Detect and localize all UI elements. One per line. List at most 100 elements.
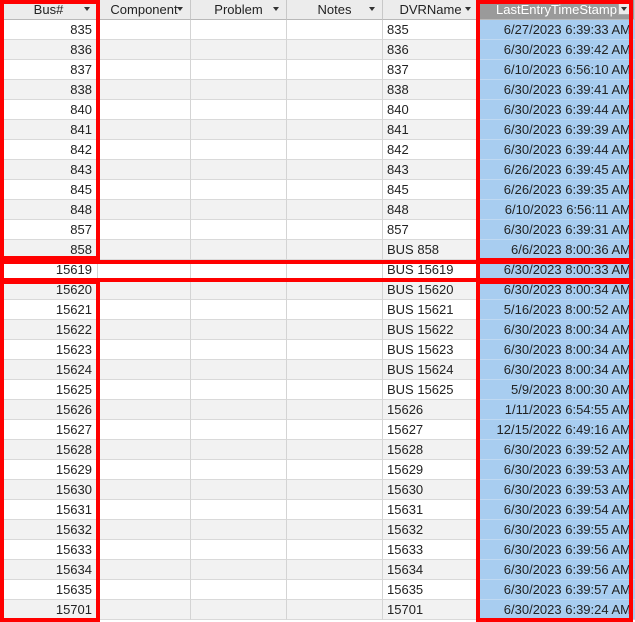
cell-problem[interactable] xyxy=(191,520,287,540)
cell-notes[interactable] xyxy=(287,360,383,380)
cell-bus[interactable]: 15619 xyxy=(0,260,98,280)
table-row[interactable]: 15623 BUS 15623 6/30/2023 8:00:34 AM xyxy=(0,340,635,360)
cell-problem[interactable] xyxy=(191,120,287,140)
cell-notes[interactable] xyxy=(287,180,383,200)
cell-notes[interactable] xyxy=(287,560,383,580)
cell-ts[interactable]: 6/30/2023 6:39:44 AM xyxy=(479,140,635,160)
cell-ts[interactable]: 6/26/2023 6:39:45 AM xyxy=(479,160,635,180)
table-row[interactable]: 835 835 6/27/2023 6:39:33 AM xyxy=(0,20,635,40)
cell-ts[interactable]: 6/30/2023 6:39:24 AM xyxy=(479,600,635,620)
cell-component[interactable] xyxy=(98,340,191,360)
cell-problem[interactable] xyxy=(191,580,287,600)
table-row[interactable]: 15620 BUS 15620 6/30/2023 8:00:34 AM xyxy=(0,280,635,300)
table-row[interactable]: 15628 15628 6/30/2023 6:39:52 AM xyxy=(0,440,635,460)
table-row[interactable]: 836 836 6/30/2023 6:39:42 AM xyxy=(0,40,635,60)
cell-notes[interactable] xyxy=(287,380,383,400)
chevron-down-icon[interactable] xyxy=(462,3,474,15)
table-row[interactable]: 15624 BUS 15624 6/30/2023 8:00:34 AM xyxy=(0,360,635,380)
table-row[interactable]: 15635 15635 6/30/2023 6:39:57 AM xyxy=(0,580,635,600)
cell-problem[interactable] xyxy=(191,240,287,260)
cell-component[interactable] xyxy=(98,500,191,520)
cell-ts[interactable]: 5/16/2023 8:00:52 AM xyxy=(479,300,635,320)
cell-component[interactable] xyxy=(98,260,191,280)
cell-dvr[interactable]: 15629 xyxy=(383,460,479,480)
cell-bus[interactable]: 15633 xyxy=(0,540,98,560)
cell-problem[interactable] xyxy=(191,80,287,100)
cell-dvr[interactable]: 841 xyxy=(383,120,479,140)
cell-component[interactable] xyxy=(98,20,191,40)
cell-dvr[interactable]: BUS 858 xyxy=(383,240,479,260)
cell-problem[interactable] xyxy=(191,340,287,360)
cell-problem[interactable] xyxy=(191,560,287,580)
cell-notes[interactable] xyxy=(287,400,383,420)
cell-ts[interactable]: 6/30/2023 6:39:55 AM xyxy=(479,520,635,540)
cell-dvr[interactable]: 15626 xyxy=(383,400,479,420)
cell-component[interactable] xyxy=(98,300,191,320)
cell-component[interactable] xyxy=(98,460,191,480)
cell-component[interactable] xyxy=(98,520,191,540)
cell-ts[interactable]: 6/30/2023 6:39:54 AM xyxy=(479,500,635,520)
column-header-ts[interactable]: LastEntryTimeStamp xyxy=(479,0,635,20)
cell-bus[interactable]: 857 xyxy=(0,220,98,240)
cell-notes[interactable] xyxy=(287,440,383,460)
cell-bus[interactable]: 858 xyxy=(0,240,98,260)
cell-bus[interactable]: 15622 xyxy=(0,320,98,340)
cell-ts[interactable]: 6/10/2023 6:56:11 AM xyxy=(479,200,635,220)
cell-bus[interactable]: 835 xyxy=(0,20,98,40)
cell-component[interactable] xyxy=(98,60,191,80)
table-row[interactable]: 15625 BUS 15625 5/9/2023 8:00:30 AM xyxy=(0,380,635,400)
cell-bus[interactable]: 848 xyxy=(0,200,98,220)
cell-notes[interactable] xyxy=(287,420,383,440)
cell-component[interactable] xyxy=(98,360,191,380)
cell-problem[interactable] xyxy=(191,480,287,500)
cell-ts[interactable]: 6/30/2023 6:39:42 AM xyxy=(479,40,635,60)
cell-bus[interactable]: 15635 xyxy=(0,580,98,600)
cell-problem[interactable] xyxy=(191,400,287,420)
cell-component[interactable] xyxy=(98,540,191,560)
cell-ts[interactable]: 6/6/2023 8:00:36 AM xyxy=(479,240,635,260)
cell-ts[interactable]: 6/30/2023 6:39:31 AM xyxy=(479,220,635,240)
cell-notes[interactable] xyxy=(287,40,383,60)
cell-problem[interactable] xyxy=(191,460,287,480)
cell-ts[interactable]: 6/30/2023 6:39:53 AM xyxy=(479,460,635,480)
cell-problem[interactable] xyxy=(191,200,287,220)
table-row[interactable]: 15634 15634 6/30/2023 6:39:56 AM xyxy=(0,560,635,580)
cell-notes[interactable] xyxy=(287,460,383,480)
cell-problem[interactable] xyxy=(191,420,287,440)
table-row[interactable]: 15631 15631 6/30/2023 6:39:54 AM xyxy=(0,500,635,520)
cell-component[interactable] xyxy=(98,560,191,580)
cell-dvr[interactable]: 840 xyxy=(383,100,479,120)
cell-component[interactable] xyxy=(98,180,191,200)
cell-ts[interactable]: 6/30/2023 8:00:34 AM xyxy=(479,340,635,360)
cell-notes[interactable] xyxy=(287,300,383,320)
cell-bus[interactable]: 15631 xyxy=(0,500,98,520)
cell-problem[interactable] xyxy=(191,300,287,320)
chevron-down-icon[interactable] xyxy=(618,3,630,15)
cell-component[interactable] xyxy=(98,40,191,60)
cell-notes[interactable] xyxy=(287,220,383,240)
cell-problem[interactable] xyxy=(191,320,287,340)
cell-notes[interactable] xyxy=(287,160,383,180)
table-row[interactable]: 15627 15627 12/15/2022 6:49:16 AM xyxy=(0,420,635,440)
cell-notes[interactable] xyxy=(287,580,383,600)
cell-component[interactable] xyxy=(98,420,191,440)
table-row[interactable]: 15626 15626 1/11/2023 6:54:55 AM xyxy=(0,400,635,420)
cell-problem[interactable] xyxy=(191,220,287,240)
cell-ts[interactable]: 6/26/2023 6:39:35 AM xyxy=(479,180,635,200)
cell-bus[interactable]: 837 xyxy=(0,60,98,80)
column-header-notes[interactable]: Notes xyxy=(287,0,383,20)
cell-problem[interactable] xyxy=(191,600,287,620)
cell-dvr[interactable]: BUS 15625 xyxy=(383,380,479,400)
cell-problem[interactable] xyxy=(191,280,287,300)
cell-problem[interactable] xyxy=(191,260,287,280)
cell-ts[interactable]: 6/30/2023 6:39:39 AM xyxy=(479,120,635,140)
cell-notes[interactable] xyxy=(287,480,383,500)
cell-bus[interactable]: 15620 xyxy=(0,280,98,300)
cell-dvr[interactable]: BUS 15624 xyxy=(383,360,479,380)
cell-ts[interactable]: 6/30/2023 6:39:57 AM xyxy=(479,580,635,600)
cell-ts[interactable]: 5/9/2023 8:00:30 AM xyxy=(479,380,635,400)
column-header-bus[interactable]: Bus# xyxy=(0,0,98,20)
cell-bus[interactable]: 15701 xyxy=(0,600,98,620)
cell-problem[interactable] xyxy=(191,100,287,120)
cell-bus[interactable]: 840 xyxy=(0,100,98,120)
